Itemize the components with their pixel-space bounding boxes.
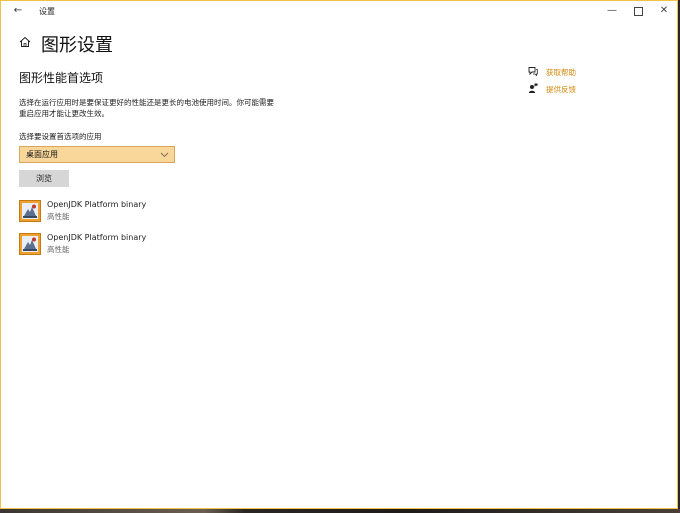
app-type-select[interactable]: 桌面应用 <box>19 146 175 163</box>
app-name: OpenJDK Platform binary <box>47 233 147 242</box>
give-feedback-link[interactable]: 提供反馈 <box>528 83 648 95</box>
title-bar: ← 设置 — ✕ <box>1 1 677 21</box>
maximize-button[interactable] <box>627 4 649 18</box>
minimize-button[interactable]: — <box>601 4 623 18</box>
get-help-label: 获取帮助 <box>546 68 576 77</box>
app-type-select-value: 桌面应用 <box>26 150 58 159</box>
window-title: 设置 <box>39 7 55 16</box>
chat-help-icon <box>528 67 538 76</box>
desktop-background <box>0 509 680 513</box>
browse-button[interactable]: 浏览 <box>19 170 69 187</box>
java-app-icon <box>19 200 41 222</box>
close-button[interactable]: ✕ <box>653 4 675 18</box>
app-list-item[interactable]: OpenJDK Platform binary 高性能 <box>19 199 219 223</box>
back-button[interactable]: ← <box>11 4 25 18</box>
give-feedback-label: 提供反馈 <box>546 85 576 94</box>
section-title: 图形性能首选项 <box>19 71 104 85</box>
app-name: OpenJDK Platform binary <box>47 200 147 209</box>
chevron-down-icon <box>160 147 169 167</box>
get-help-link[interactable]: 获取帮助 <box>528 66 648 78</box>
app-list-item[interactable]: OpenJDK Platform binary 高性能 <box>19 232 219 256</box>
app-type-select-label: 选择要设置首选项的应用 <box>19 132 102 141</box>
java-app-icon <box>19 233 41 255</box>
maximize-icon <box>633 7 643 16</box>
app-preference: 高性能 <box>47 245 70 254</box>
app-preference: 高性能 <box>47 212 70 221</box>
home-icon[interactable] <box>19 36 31 48</box>
section-description: 选择在运行应用时是要保证更好的性能还是更长的电池使用时间。你可能需要重启应用才能… <box>19 98 274 118</box>
person-feedback-icon <box>528 83 538 93</box>
settings-window: ← 设置 — ✕ 图形设置 图形性能首选项 选择在运行应用时是要保证更好的性能还… <box>0 0 678 509</box>
page-title: 图形设置 <box>41 35 113 56</box>
